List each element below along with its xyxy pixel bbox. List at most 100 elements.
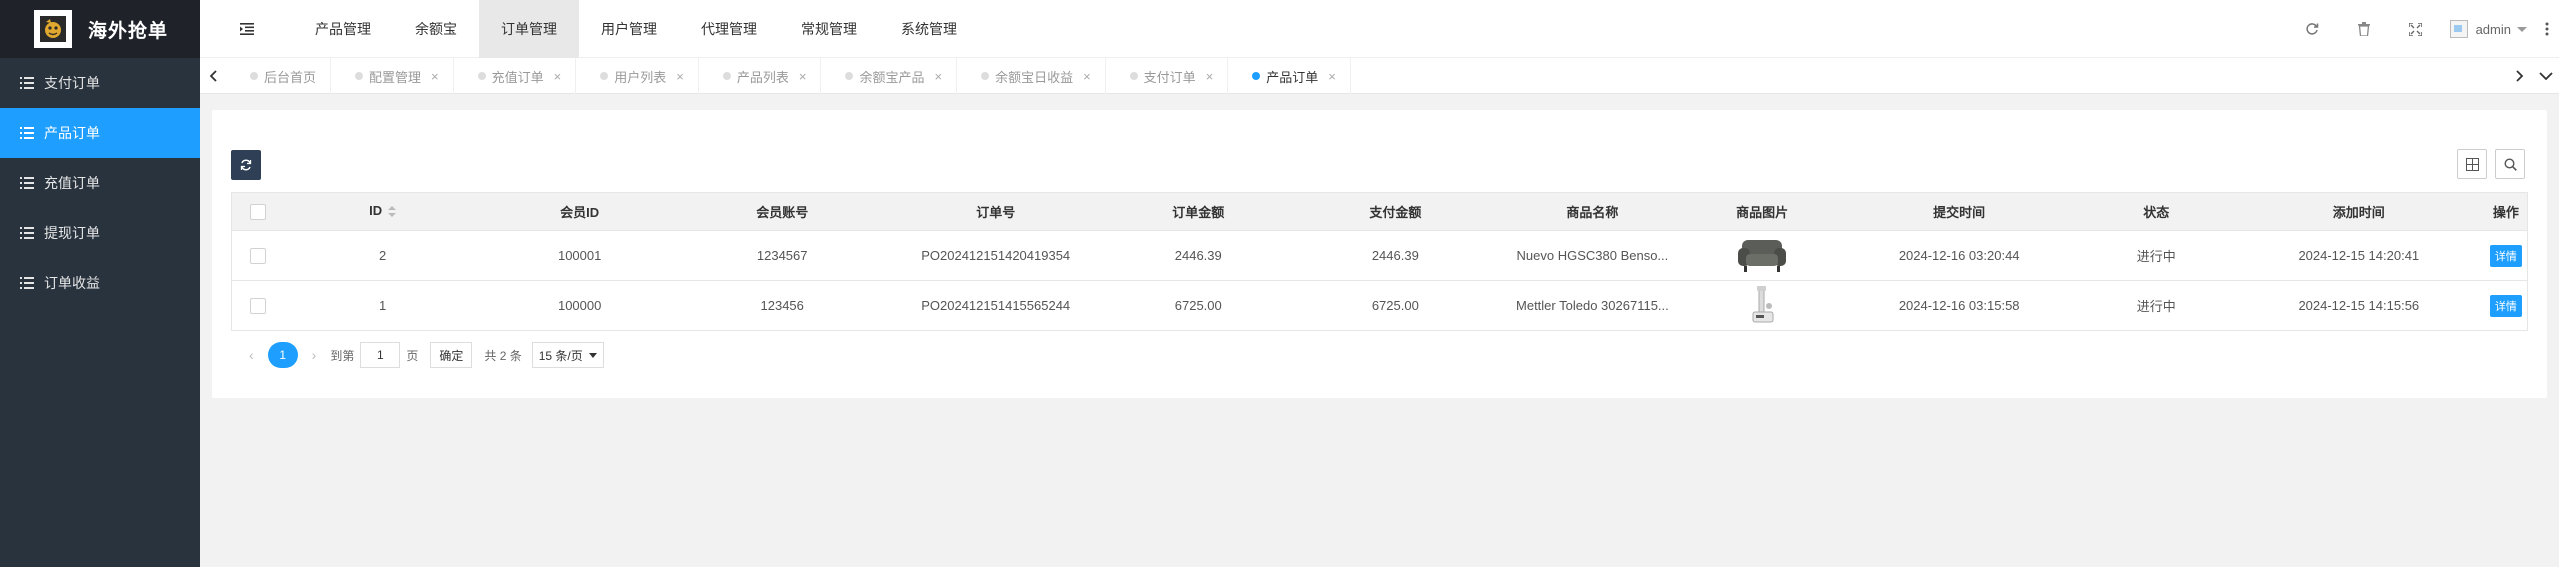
- topnav-item-6[interactable]: 系统管理: [879, 0, 979, 58]
- tab-6[interactable]: 余额宝日收益 ×: [957, 58, 1106, 94]
- chevron-down-icon: [2539, 72, 2553, 80]
- column-header-label: 商品名称: [1566, 205, 1619, 220]
- column-header-label: 提交时间: [1933, 205, 1986, 220]
- prev-page-button[interactable]: ‹: [241, 347, 262, 363]
- header: 产品管理 余额宝 订单管理 用户管理 代理管理 常规管理 系统管理 admin: [200, 0, 2559, 58]
- sidebar-item-label: 提现订单: [44, 225, 100, 241]
- sidebar-item-label: 支付订单: [44, 75, 100, 91]
- fullscreen-icon: [2409, 22, 2423, 36]
- column-header-2: 会员账号: [678, 192, 887, 231]
- tabs-bar: 后台首页 配置管理 × 充值订单 × 用户列表 × 产品列表 × 余额宝产品 × 余额宝日收益 × 支付订…: [200, 58, 2559, 94]
- column-header-0[interactable]: ID: [284, 192, 482, 231]
- sidebar-toggle-button[interactable]: [240, 0, 254, 58]
- search-toggle-button[interactable]: [2495, 149, 2525, 179]
- column-header-1: 会员ID: [481, 192, 679, 231]
- tab-5[interactable]: 余额宝产品 ×: [821, 58, 958, 94]
- tab-3[interactable]: 用户列表 ×: [576, 58, 699, 94]
- sidebar-item-4[interactable]: 订单收益: [0, 258, 200, 308]
- cell-account: 1234567: [678, 230, 887, 281]
- tab-label: 余额宝日收益: [995, 69, 1074, 85]
- columns-toggle-button[interactable]: [2457, 149, 2487, 179]
- cell-add-time: 2024-12-15 14:20:41: [2232, 230, 2485, 281]
- cell-add-time: 2024-12-15 14:15:56: [2298, 298, 2420, 313]
- current-page[interactable]: 1: [267, 342, 298, 368]
- select-all-checkbox[interactable]: [250, 203, 267, 220]
- column-header-label: 支付金额: [1369, 205, 1422, 220]
- cell-account: 123456: [760, 298, 804, 313]
- cell-submit-time: 2024-12-16 03:20:44: [1838, 230, 2080, 281]
- logo-image: [34, 10, 72, 48]
- close-icon[interactable]: ×: [799, 69, 807, 84]
- topnav-item-4[interactable]: 代理管理: [679, 0, 779, 58]
- close-icon[interactable]: ×: [676, 69, 684, 84]
- next-page-button[interactable]: ›: [304, 347, 325, 363]
- sidebar-item-label: 充值订单: [44, 175, 100, 191]
- chevron-down-icon: [588, 352, 597, 358]
- tab-7[interactable]: 支付订单 ×: [1106, 58, 1229, 94]
- close-icon[interactable]: ×: [1206, 69, 1214, 84]
- header-actions: admin: [2286, 0, 2559, 58]
- list-icon: [20, 277, 34, 289]
- close-icon[interactable]: ×: [934, 69, 942, 84]
- column-header-7: 商品图片: [1685, 192, 1839, 231]
- close-icon[interactable]: ×: [1083, 69, 1091, 84]
- tabs-scroll-right-button[interactable]: [2507, 58, 2533, 94]
- topnav-item-3[interactable]: 用户管理: [579, 0, 679, 58]
- tab-8[interactable]: 产品订单 ×: [1228, 58, 1351, 94]
- cell-product-name: Nuevo HGSC380 Benso...: [1499, 230, 1686, 281]
- tab-label: 产品订单: [1266, 69, 1319, 85]
- clear-cache-button[interactable]: [2338, 0, 2390, 58]
- more-vertical-icon: [2545, 22, 2549, 36]
- row-select-cell: [231, 230, 285, 281]
- sort-icon[interactable]: [388, 205, 397, 220]
- tab-dot: [845, 72, 854, 80]
- chevron-left-icon: [209, 70, 217, 82]
- sidebar-item-2[interactable]: 充值订单: [0, 158, 200, 208]
- tab-1[interactable]: 配置管理 ×: [331, 58, 454, 94]
- page-size-select[interactable]: 15 条/页: [531, 342, 604, 368]
- topnav-item-2[interactable]: 订单管理: [479, 0, 579, 58]
- more-button[interactable]: [2535, 0, 2559, 58]
- row-checkbox[interactable]: [250, 297, 267, 314]
- topnav-item-1[interactable]: 余额宝: [393, 0, 479, 58]
- tabs-scroll-left-button[interactable]: [200, 58, 226, 94]
- close-icon[interactable]: ×: [1328, 69, 1336, 84]
- app-title: 海外抢单: [88, 20, 169, 42]
- sidebar-item-0[interactable]: 支付订单: [0, 58, 200, 108]
- table-refresh-button[interactable]: [231, 150, 261, 180]
- tab-label: 余额宝产品: [859, 69, 925, 85]
- topnav-item-0[interactable]: 产品管理: [293, 0, 393, 58]
- tab-4[interactable]: 产品列表 ×: [699, 58, 822, 94]
- goto-confirm-button[interactable]: 确定: [430, 342, 473, 368]
- cell-order-amount: 2446.39: [1105, 230, 1292, 281]
- total-count: 共 2 条: [484, 348, 522, 363]
- user-menu[interactable]: admin: [2442, 0, 2535, 58]
- table-header-row: ID 会员ID 会员账号 订单号 订单金额 支付金额 商品名称 商品图片 提交时间 状态 添加时间 操…: [231, 192, 2528, 231]
- refresh-icon: [240, 159, 252, 171]
- fullscreen-button[interactable]: [2390, 0, 2442, 58]
- close-icon[interactable]: ×: [554, 69, 562, 84]
- logo[interactable]: 海外抢单: [0, 0, 200, 58]
- sidebar-item-1[interactable]: 产品订单: [0, 108, 200, 158]
- tabs-menu-button[interactable]: [2533, 58, 2559, 94]
- username: admin: [2475, 21, 2511, 37]
- column-header-label: 状态: [2143, 205, 2170, 220]
- column-header-label: 会员ID: [560, 205, 600, 220]
- cell-order-no: PO202412151420419354: [886, 230, 1106, 281]
- close-icon[interactable]: ×: [431, 69, 439, 84]
- goto-page-input[interactable]: [360, 342, 401, 368]
- column-header-label: 添加时间: [2332, 205, 2385, 220]
- detail-button[interactable]: 详情: [2489, 244, 2522, 267]
- column-header-8: 提交时间: [1838, 192, 2080, 231]
- refresh-button[interactable]: [2286, 0, 2338, 58]
- avatar: [2449, 20, 2468, 38]
- tab-dot: [1252, 72, 1261, 80]
- tab-2[interactable]: 充值订单 ×: [454, 58, 577, 94]
- detail-button[interactable]: 详情: [2489, 294, 2522, 317]
- column-header-label: 订单号: [976, 205, 1016, 220]
- grid-icon: [2465, 157, 2479, 171]
- sidebar-item-3[interactable]: 提现订单: [0, 208, 200, 258]
- tab-0[interactable]: 后台首页: [226, 58, 332, 94]
- topnav-item-5[interactable]: 常规管理: [779, 0, 879, 58]
- row-checkbox[interactable]: [250, 247, 267, 264]
